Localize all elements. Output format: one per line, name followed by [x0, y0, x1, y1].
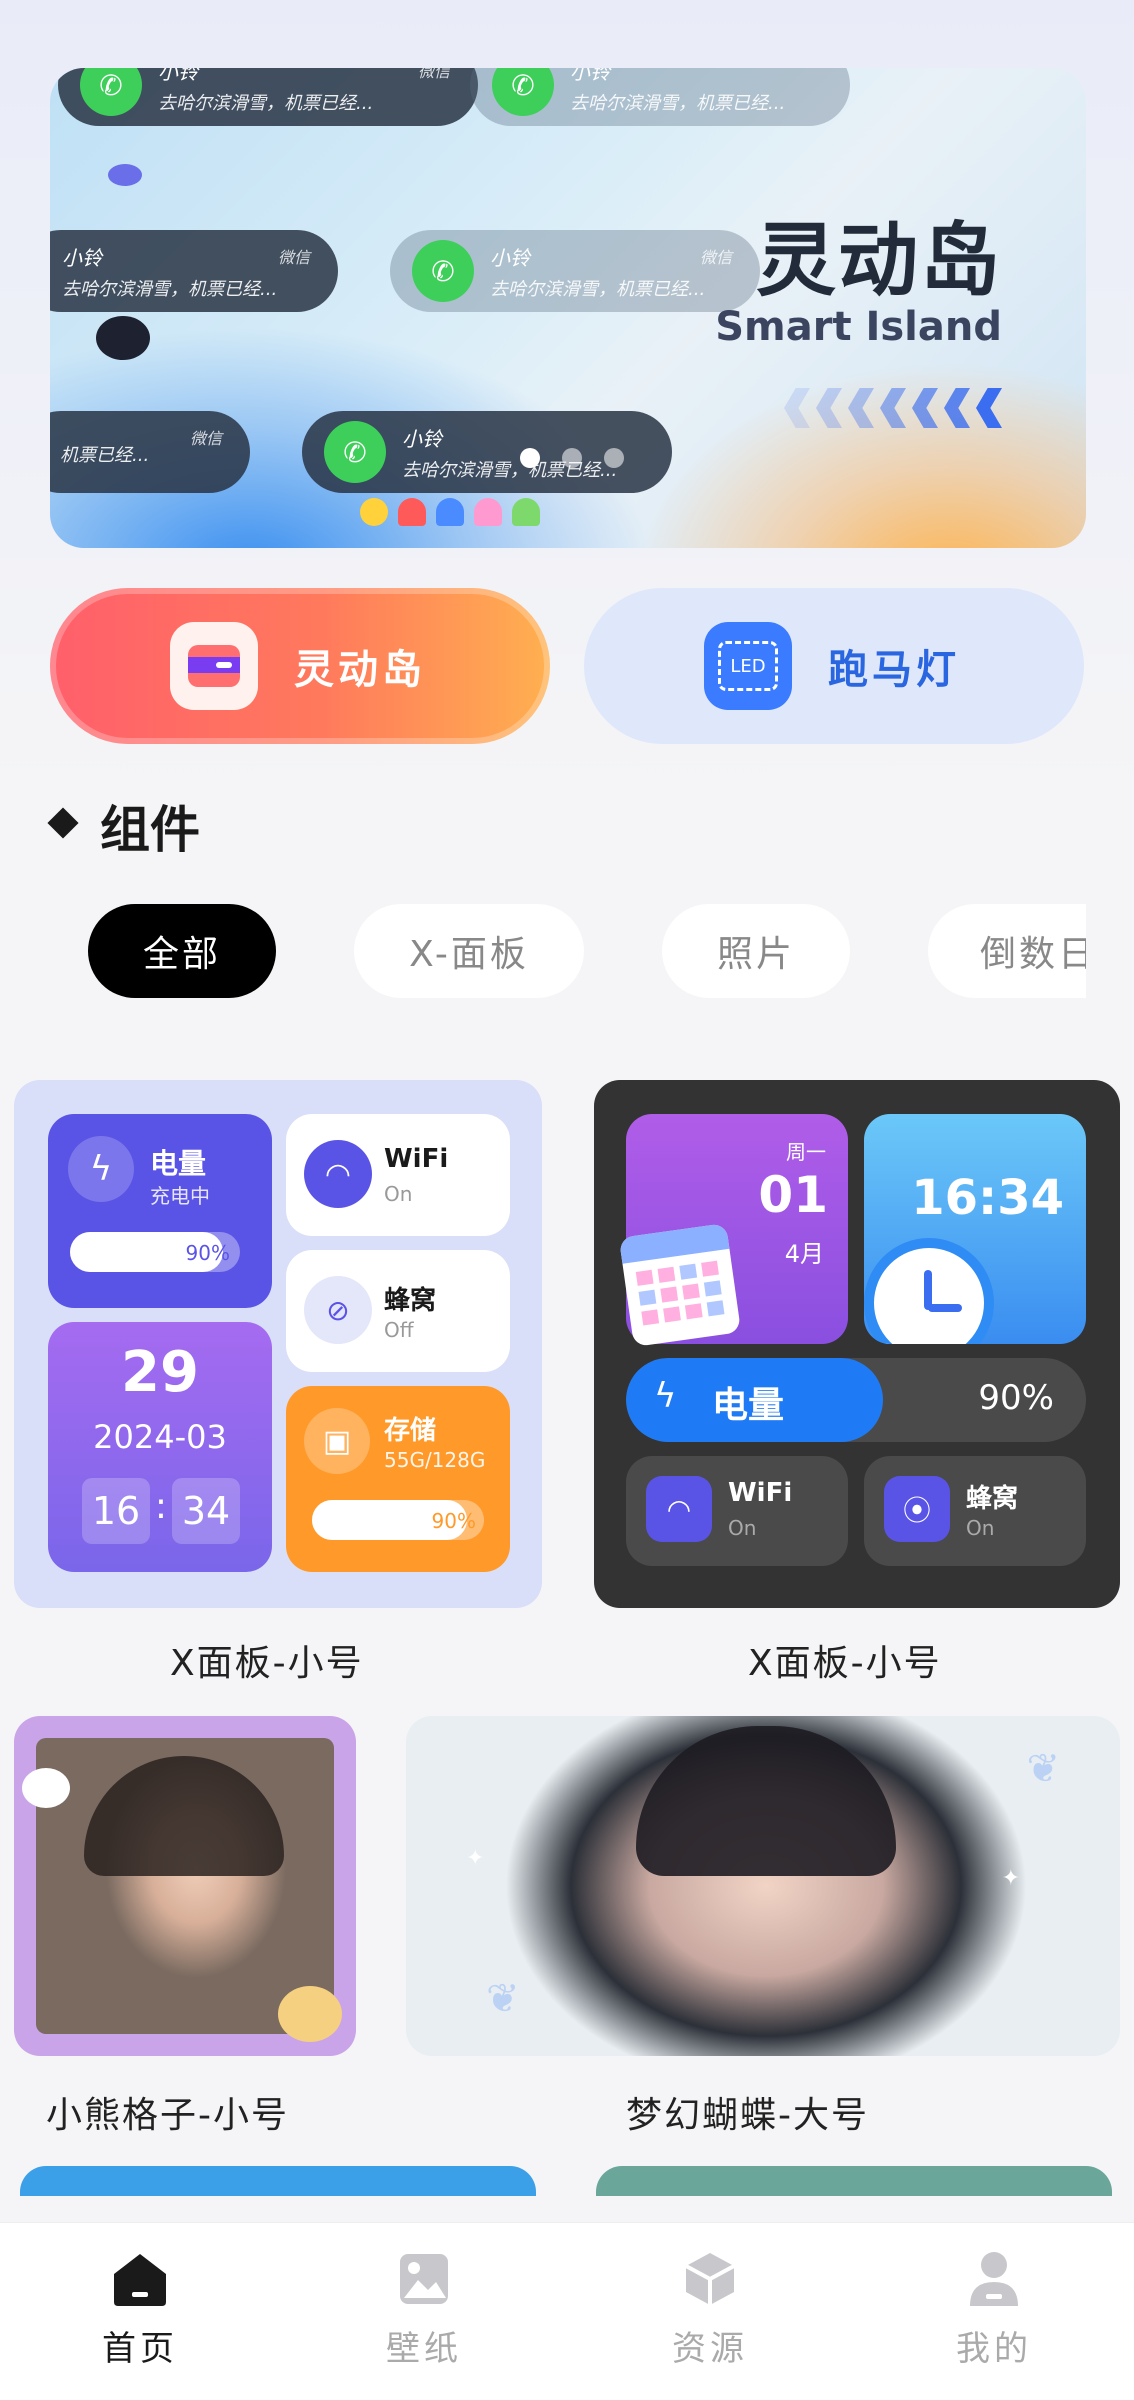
banner-subtitle: Smart Island: [715, 304, 1002, 350]
widget-card-partial[interactable]: [596, 2166, 1112, 2196]
widget-card-xpanel-dark[interactable]: 周一 01 4月 16:34 ϟ 电量 90% ◠ WiFi On ⦿ 蜂窝 O…: [594, 1080, 1120, 1608]
wifi-icon: ◠: [646, 1476, 712, 1542]
led-marquee-label: 跑马灯: [828, 647, 960, 693]
photo-image: [636, 1726, 896, 1876]
carousel-indicator: [520, 448, 624, 468]
storage-tile: ▣ 存储 55G/128G 90%: [286, 1386, 510, 1572]
storage-progress: 90%: [312, 1500, 484, 1540]
battery-tile: ϟ 电量 充电中 90%: [48, 1114, 272, 1308]
cat-sticker-icon: [22, 1768, 70, 1808]
date-tile: 29 2024-03 16 : 34: [48, 1322, 272, 1572]
smart-island-label: 灵动岛: [294, 647, 426, 693]
widget-card-bear-grid[interactable]: [14, 1716, 356, 2056]
widget-caption: X面板-小号: [170, 1643, 364, 1684]
calendar-tile: 周一 01 4月: [618, 1114, 848, 1347]
resource-icon: [682, 2251, 738, 2307]
pacman-decoration: [360, 498, 540, 526]
banner-notification: ✆ 小铃 去哈尔滨滑雪，机票已经...: [470, 68, 850, 126]
calendar-icon: [618, 1223, 742, 1347]
carousel-dot[interactable]: [604, 448, 624, 468]
wifi-tile: ◠ WiFi On: [286, 1114, 510, 1236]
carousel-dot[interactable]: [520, 448, 540, 468]
tab-resources[interactable]: 资源: [640, 2251, 780, 2391]
banner-notification: 小铃 去哈尔滨滑雪，机票已经... 微信: [50, 230, 338, 312]
wifi-tile: ◠ WiFi On: [626, 1456, 848, 1566]
chip-all[interactable]: 全部: [88, 904, 276, 998]
led-marquee-button[interactable]: LED 跑马灯: [584, 588, 1084, 744]
banner-notification: ✆ 小铃 去哈尔滨滑雪，机票已经... 微信: [390, 230, 760, 312]
chip-photo[interactable]: 照片: [662, 904, 850, 998]
carousel-dot[interactable]: [562, 448, 582, 468]
widget-card-dream-butterfly[interactable]: ❦ ❦ ✦ ✦: [406, 1716, 1120, 2056]
widget-caption: 小熊格子-小号: [46, 2095, 289, 2136]
butterfly-icon: ❦: [1026, 1746, 1060, 1792]
tab-home[interactable]: 首页: [70, 2251, 210, 2391]
lightning-icon: ϟ: [68, 1136, 134, 1202]
tab-wallpaper[interactable]: 壁纸: [354, 2251, 494, 2391]
storage-icon: ▣: [304, 1408, 370, 1474]
banner-title: 灵动岛: [756, 214, 1002, 307]
ufo-icon: [108, 164, 142, 186]
cellular-tile: ⦿ 蜂窝 On: [864, 1456, 1086, 1566]
wechat-icon: ✆: [80, 68, 142, 116]
battery-progress: 90%: [70, 1232, 240, 1272]
section-title: 组件: [100, 801, 200, 859]
chevron-left-icon: [784, 388, 1002, 428]
widget-caption: X面板-小号: [748, 1643, 942, 1684]
wechat-icon: ✆: [412, 240, 474, 302]
wechat-icon: ✆: [492, 68, 554, 116]
cellular-off-icon: ⊘: [304, 1276, 372, 1344]
wechat-icon: ✆: [324, 421, 386, 483]
led-icon: LED: [704, 622, 792, 710]
widget-card-partial[interactable]: [20, 2166, 536, 2196]
wifi-icon: ◠: [304, 1140, 372, 1208]
clock-icon: [864, 1238, 994, 1344]
banner-notification: ✆ 小铃 去哈尔滨滑雪，机票已经... 微信: [58, 68, 478, 126]
chip-x-panel[interactable]: X-面板: [354, 904, 584, 998]
butterfly-icon: ❦: [486, 1976, 520, 2022]
tab-profile[interactable]: 我的: [924, 2251, 1064, 2391]
clock-tile: 16:34: [864, 1114, 1086, 1344]
widget-card-xpanel-light[interactable]: ϟ 电量 充电中 90% ◠ WiFi On ⊘ 蜂窝 Off 29 2024-…: [14, 1080, 542, 1608]
bottom-tab-bar: 首页 壁纸 资源 我的: [0, 2222, 1134, 2400]
home-icon: [112, 2251, 168, 2307]
smart-island-button[interactable]: 灵动岛: [50, 588, 550, 744]
banner-carousel[interactable]: ✆ 小铃 去哈尔滨滑雪，机票已经... 微信 ✆ 小铃 去哈尔滨滑雪，机票已经...…: [50, 68, 1086, 548]
wallpaper-icon: [396, 2251, 452, 2307]
sparkle-icon: ✦: [1001, 1866, 1020, 1891]
cellular-tile: ⊘ 蜂窝 Off: [286, 1250, 510, 1372]
cellular-icon: ⦿: [884, 1476, 950, 1542]
lightning-icon: ϟ: [654, 1376, 677, 1416]
battery-bar-tile: ϟ 电量 90%: [626, 1358, 1086, 1442]
banner-notification: 机票已经... 微信: [50, 411, 250, 493]
photo-image: [36, 1738, 334, 2034]
sparkle-icon: ✦: [466, 1846, 485, 1871]
profile-icon: [966, 2251, 1022, 2307]
island-icon: [170, 622, 258, 710]
cat-icon: [96, 316, 150, 360]
widget-caption: 梦幻蝴蝶-大号: [626, 2095, 869, 2136]
chip-countdown[interactable]: 倒数日: [928, 904, 1086, 998]
bear-sticker-icon: [278, 1986, 342, 2042]
section-bullet-icon: [47, 807, 79, 839]
